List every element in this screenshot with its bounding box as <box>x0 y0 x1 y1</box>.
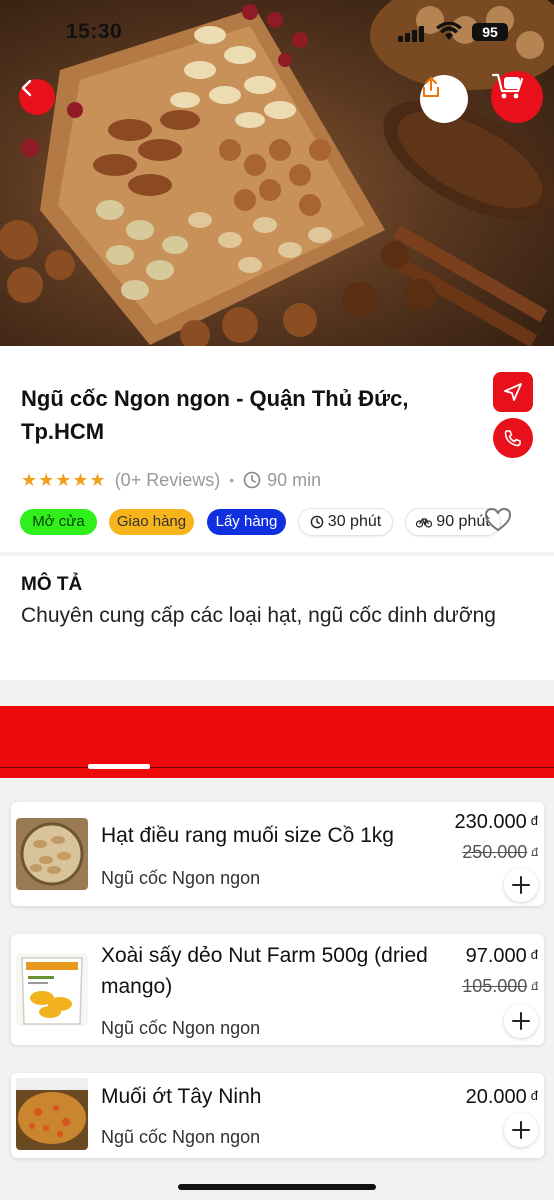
price-value: 20.000 <box>465 1086 527 1108</box>
cashew-jar-image <box>16 818 88 890</box>
product-name: Muối ớt Tây Ninh <box>101 1085 262 1108</box>
signal-icon <box>398 26 424 42</box>
active-tab-indicator <box>88 764 150 769</box>
back-button[interactable] <box>19 79 55 115</box>
wifi-icon <box>436 22 462 40</box>
product-price: 230.000 đ <box>454 811 538 834</box>
product-price: 20.000 đ <box>466 1086 538 1109</box>
clock-icon <box>243 471 261 489</box>
shop-detail-screen: 15:30 95 0 Ngũ cốc Ngon ngon - Quận Thủ … <box>0 0 554 1200</box>
duration-text: 90 min <box>267 469 322 490</box>
share-button[interactable] <box>420 75 468 123</box>
description-section: MÔ TẢ Chuyên cung cấp các loại hạt, ngũ … <box>0 556 554 680</box>
add-to-cart-button[interactable] <box>504 868 538 902</box>
add-to-cart-button[interactable] <box>504 1004 538 1038</box>
tab-bar-divider <box>0 767 554 768</box>
prep-time-tag: 30 phút <box>298 508 393 536</box>
shop-title: Ngũ cốc Ngon ngon - Quận Thủ Đức, Tp.HCM <box>21 386 409 444</box>
separator-dot: • <box>229 472 235 488</box>
product-card[interactable]: Hạt điều rang muối size Cồ 1kg Ngũ cốc N… <box>11 802 544 906</box>
clock-icon <box>310 515 324 529</box>
product-shop: Ngũ cốc Ngon ngon <box>101 1018 261 1038</box>
product-name: Xoài sấy dẻo Nut Farm 500g (dried mango) <box>101 944 428 998</box>
nuts-platter-illustration <box>0 0 554 346</box>
reviews-count[interactable]: (0+ Reviews) <box>115 470 221 491</box>
dried-mango-bag-image <box>16 954 88 1026</box>
battery-icon: 95 <box>472 23 508 41</box>
pickup-tag: Lấy hàng <box>207 509 286 535</box>
add-to-cart-button[interactable] <box>504 1113 538 1147</box>
plus-icon <box>512 1012 530 1030</box>
call-button[interactable] <box>493 418 533 458</box>
product-thumbnail <box>16 1078 88 1150</box>
description-title: MÔ TẢ <box>21 574 83 595</box>
plus-icon <box>512 876 530 894</box>
bicycle-icon <box>416 518 433 528</box>
rating-row: ★★★★★ (0+ Reviews) • 90 min <box>21 468 321 492</box>
status-bar: 15:30 95 <box>0 18 554 50</box>
cart-count-badge: 0 <box>520 85 528 101</box>
currency-symbol: đ <box>530 813 538 828</box>
ship-time-text: 90 phút <box>436 513 490 530</box>
navigation-icon <box>504 383 522 401</box>
open-status-tag: Mở cửa <box>20 509 97 535</box>
delivery-tag: Giao hàng <box>109 509 194 535</box>
home-indicator[interactable] <box>178 1184 376 1190</box>
product-card[interactable]: Muối ớt Tây Ninh Ngũ cốc Ngon ngon 20.00… <box>11 1073 544 1158</box>
product-shop: Ngũ cốc Ngon ngon <box>101 1127 261 1147</box>
old-price-value: 105.000 <box>462 976 528 996</box>
product-card[interactable]: Xoài sấy dẻo Nut Farm 500g (dried mango)… <box>11 934 544 1045</box>
product-price: 97.000 đ <box>466 945 538 968</box>
shop-info-card: Ngũ cốc Ngon ngon - Quận Thủ Đức, Tp.HCM… <box>0 346 554 552</box>
plus-icon <box>512 1121 530 1139</box>
status-time: 15:30 <box>66 20 123 43</box>
rating-stars: ★★★★★ <box>21 469 107 490</box>
price-value: 97.000 <box>465 945 527 967</box>
share-icon <box>423 77 439 97</box>
cart-button[interactable]: 0 <box>491 71 543 123</box>
prep-time-text: 30 phút <box>327 513 382 530</box>
price-value: 230.000 <box>454 811 527 833</box>
product-thumbnail <box>16 818 88 890</box>
product-thumbnail <box>16 954 88 1026</box>
product-old-price: 250.000 đ <box>462 842 538 863</box>
chili-salt-image <box>16 1078 88 1150</box>
directions-button[interactable] <box>493 372 533 412</box>
currency-symbol: đ <box>530 1088 538 1103</box>
favorite-heart-icon[interactable] <box>484 507 512 533</box>
category-tab-bar[interactable] <box>0 706 554 778</box>
product-old-price: 105.000 đ <box>462 976 538 997</box>
phone-icon <box>504 430 521 447</box>
product-shop: Ngũ cốc Ngon ngon <box>101 868 261 888</box>
currency-symbol: đ <box>530 947 538 962</box>
currency-symbol: đ <box>531 845 538 859</box>
currency-symbol: đ <box>531 979 538 993</box>
description-text: Chuyên cung cấp các loại hạt, ngũ cốc di… <box>21 604 496 627</box>
old-price-value: 250.000 <box>462 842 528 862</box>
chevron-left-icon <box>21 79 32 97</box>
shop-cover-image: 15:30 95 0 <box>0 0 554 346</box>
product-name: Hạt điều rang muối size Cồ 1kg <box>101 824 394 847</box>
